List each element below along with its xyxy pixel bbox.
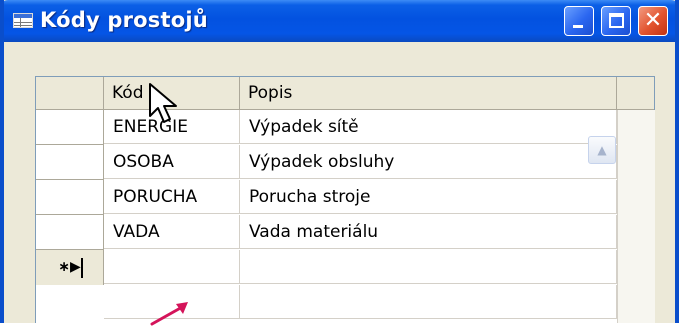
new-row-indicator: ∗▶ (36, 250, 104, 285)
cell-popis[interactable]: Výpadek obsluhy (240, 145, 617, 179)
grid-header: Kód Popis (36, 77, 654, 110)
new-cell-popis[interactable] (240, 250, 617, 284)
row-selector[interactable] (36, 215, 104, 250)
minimize-button[interactable] (564, 6, 594, 36)
cell-kod[interactable]: PORUCHA (104, 180, 240, 214)
cell-popis[interactable]: Výpadek sítě (240, 110, 617, 144)
row-selector[interactable] (36, 110, 104, 145)
scroll-up-button[interactable]: ▲ (588, 136, 616, 164)
title-bar[interactable]: Kódy prostojů ✕ (4, 0, 675, 42)
row-selector[interactable] (36, 180, 104, 215)
minimize-icon (573, 25, 583, 28)
table-icon (13, 13, 33, 28)
close-button[interactable]: ✕ (638, 6, 668, 36)
close-icon: ✕ (643, 8, 663, 33)
vertical-scrollbar[interactable] (617, 110, 655, 323)
new-cell-kod[interactable] (104, 250, 240, 284)
header-spacer (617, 77, 654, 109)
window-title: Kódy prostojů (40, 8, 208, 32)
row-selector[interactable] (36, 145, 104, 180)
codes-grid[interactable]: Kód Popis ENERGIE Výpadek sítě OSOBA Výp… (35, 76, 655, 323)
empty-cell (240, 285, 617, 319)
maximize-icon (609, 13, 624, 28)
annotation-arrow-icon (150, 302, 188, 326)
cell-popis[interactable]: Vada materiálu (240, 215, 617, 249)
header-selector[interactable] (36, 77, 104, 109)
header-popis[interactable]: Popis (240, 77, 617, 109)
text-caret (81, 258, 83, 278)
chevron-up-icon: ▲ (597, 143, 607, 157)
cell-kod[interactable]: OSOBA (104, 145, 240, 179)
cell-kod[interactable]: VADA (104, 215, 240, 249)
maximize-button[interactable] (601, 6, 631, 36)
cell-popis[interactable]: Porucha stroje (240, 180, 617, 214)
mouse-cursor-icon (149, 83, 177, 123)
window: Kódy prostojů ✕ Kód Popis ENERGIE Výpade… (0, 0, 679, 323)
